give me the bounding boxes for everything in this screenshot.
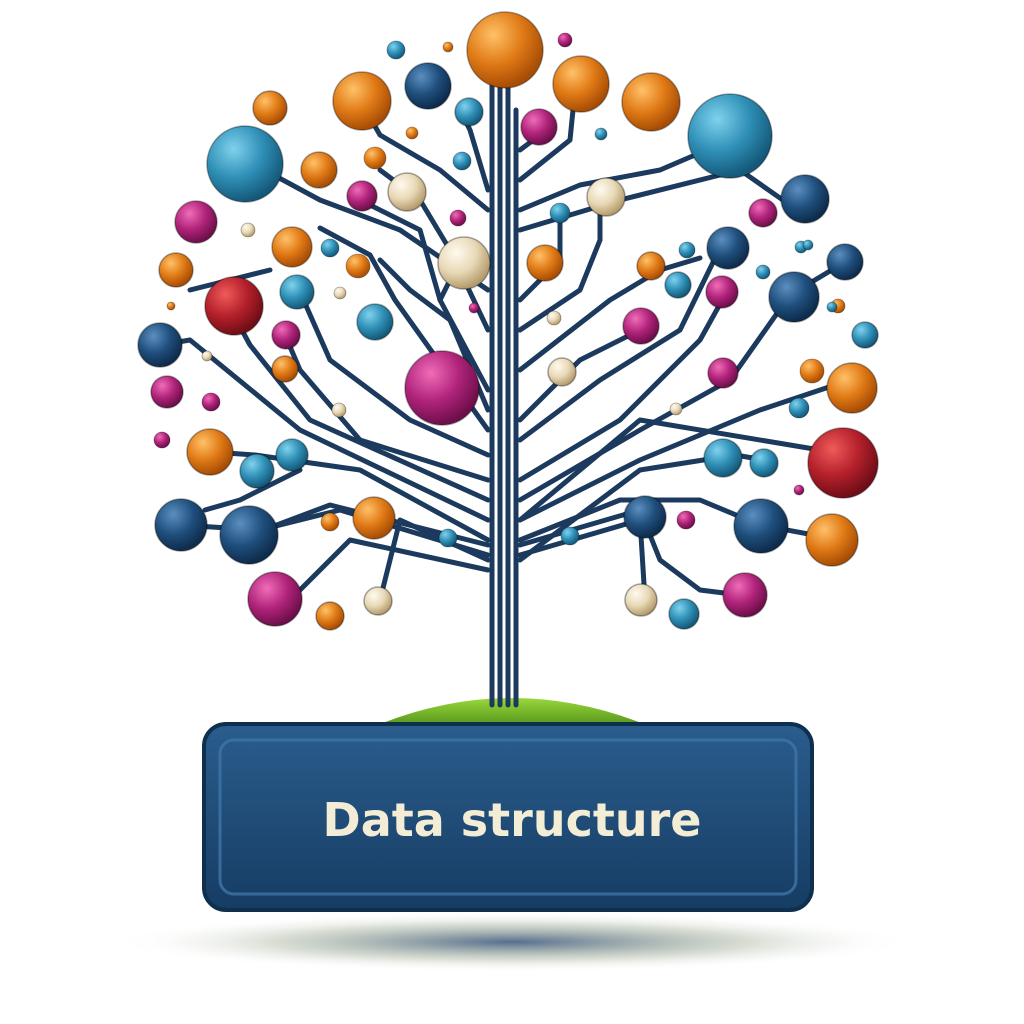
teal-node	[687, 93, 773, 179]
beige-node	[387, 172, 427, 212]
orange-node	[636, 251, 666, 281]
navy-node	[706, 226, 750, 270]
magenta-node	[150, 375, 184, 409]
teal-node	[788, 397, 810, 419]
orange-node	[799, 358, 825, 384]
red-node	[204, 276, 264, 336]
teal-node	[356, 303, 394, 341]
magenta-node	[722, 572, 768, 618]
teal-node	[386, 40, 406, 60]
beige-node	[363, 586, 393, 616]
magenta-node	[705, 275, 739, 309]
beige-node	[547, 357, 577, 387]
teal-node	[664, 271, 692, 299]
navy-node	[219, 505, 279, 565]
orange-node	[826, 362, 878, 414]
orange-node	[405, 126, 419, 140]
magenta-node	[201, 392, 221, 412]
teal-node	[678, 241, 696, 259]
magenta-node	[520, 108, 558, 146]
teal-node	[668, 598, 700, 630]
teal-node	[703, 438, 743, 478]
beige-node	[624, 583, 658, 617]
data-structure-illustration: Data structure	[112, 11, 912, 972]
orange-node	[332, 71, 392, 131]
banner-title: Data structure	[323, 793, 702, 847]
orange-node	[466, 11, 544, 89]
orange-node	[345, 253, 371, 279]
beige-node	[240, 222, 256, 238]
navy-node	[404, 62, 452, 110]
teal-node	[560, 526, 580, 546]
teal-node	[549, 202, 571, 224]
navy-node	[154, 498, 208, 552]
orange-node	[271, 355, 299, 383]
magenta-node	[707, 357, 739, 389]
teal-node	[279, 274, 315, 310]
orange-node	[352, 496, 396, 540]
orange-node	[166, 301, 176, 311]
navy-node	[780, 174, 830, 224]
beige-node	[331, 402, 347, 418]
teal-node	[755, 264, 771, 280]
magenta-node	[676, 510, 696, 530]
title-banner: Data structure	[202, 722, 814, 912]
orange-node	[315, 601, 345, 631]
teal-node	[802, 239, 814, 251]
magenta-node	[793, 484, 805, 496]
orange-node	[320, 512, 340, 532]
tree-trunk	[489, 67, 519, 708]
orange-node	[158, 252, 194, 288]
magenta-node	[748, 198, 778, 228]
navy-node	[826, 243, 864, 281]
orange-node	[271, 226, 313, 268]
magenta-node	[449, 209, 467, 227]
beige-node	[201, 350, 213, 362]
magenta-node	[153, 431, 171, 449]
orange-node	[442, 41, 454, 53]
teal-node	[239, 453, 275, 489]
magenta-node	[346, 180, 378, 212]
navy-node	[768, 271, 820, 323]
beige-node	[333, 286, 347, 300]
navy-node	[137, 322, 183, 368]
ground-shadow	[112, 912, 912, 972]
magenta-node	[557, 32, 573, 48]
teal-node	[206, 125, 284, 203]
branch	[517, 322, 643, 423]
teal-node	[320, 238, 340, 258]
magenta-node	[468, 302, 480, 314]
teal-node	[454, 97, 484, 127]
teal-node	[452, 151, 472, 171]
orange-node	[252, 90, 288, 126]
orange-node	[300, 151, 338, 189]
navy-node	[733, 498, 789, 554]
beige-node	[586, 177, 626, 217]
teal-node	[275, 438, 309, 472]
orange-node	[621, 72, 681, 132]
grass-mound	[380, 698, 644, 724]
beige-node	[546, 310, 562, 326]
orange-node	[552, 55, 610, 113]
orange-node	[186, 428, 234, 476]
teal-node	[826, 301, 838, 313]
magenta-node	[404, 350, 480, 426]
teal-node	[749, 448, 779, 478]
orange-node	[805, 513, 859, 567]
orange-node	[526, 244, 564, 282]
magenta-node	[247, 571, 303, 627]
magenta-node	[622, 307, 660, 345]
teal-node	[594, 127, 608, 141]
teal-node	[851, 321, 879, 349]
red-node	[807, 427, 879, 499]
navy-node	[623, 495, 667, 539]
teal-node	[438, 528, 458, 548]
beige-node	[437, 236, 491, 290]
orange-node	[363, 146, 387, 170]
magenta-node	[174, 200, 218, 244]
magenta-node	[271, 320, 301, 350]
beige-node	[669, 402, 683, 416]
